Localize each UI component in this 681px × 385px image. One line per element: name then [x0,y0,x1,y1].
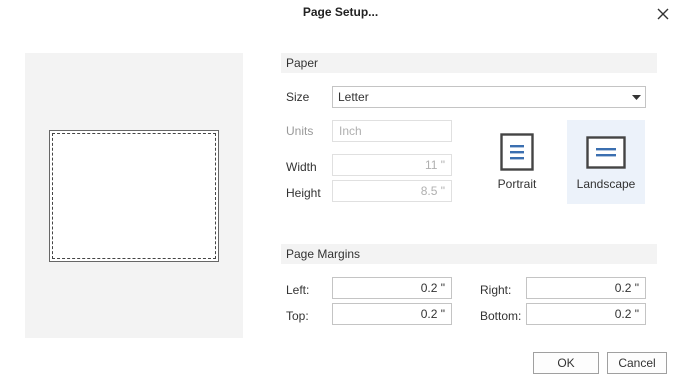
margin-outline [52,133,216,259]
portrait-option[interactable]: Portrait [484,120,550,204]
margins-section-header: Page Margins [281,244,657,264]
chevron-down-icon [632,94,641,100]
left-margin-input[interactable]: 0.2 " [332,277,452,299]
units-field: Inch [332,120,452,142]
landscape-icon [586,136,626,169]
landscape-label: Landscape [576,177,636,191]
size-value: Letter [338,90,369,104]
close-button[interactable] [652,3,674,25]
top-margin-input[interactable]: 0.2 " [332,303,452,325]
top-margin-label: Top: [286,309,309,323]
width-label: Width [286,160,317,174]
bottom-margin-label: Bottom: [480,309,522,323]
height-field: 8.5 " [332,180,452,202]
dialog-title: Page Setup... [302,5,379,19]
bottom-margin-input[interactable]: 0.2 " [526,303,646,325]
width-field: 11 " [332,154,452,176]
height-label: Height [286,186,321,200]
paper-section-header: Paper [281,53,657,73]
portrait-label: Portrait [497,177,537,191]
portrait-icon [500,133,534,171]
size-dropdown[interactable]: Letter [332,86,646,108]
right-margin-input[interactable]: 0.2 " [526,277,646,299]
left-margin-label: Left: [286,283,310,297]
close-icon [657,8,669,20]
units-label: Units [286,124,314,138]
landscape-option[interactable]: Landscape [567,120,645,204]
right-margin-label: Right: [480,283,512,297]
ok-button[interactable]: OK [533,352,599,374]
cancel-button[interactable]: Cancel [607,352,667,374]
size-label: Size [286,90,310,104]
page-preview [49,130,219,262]
